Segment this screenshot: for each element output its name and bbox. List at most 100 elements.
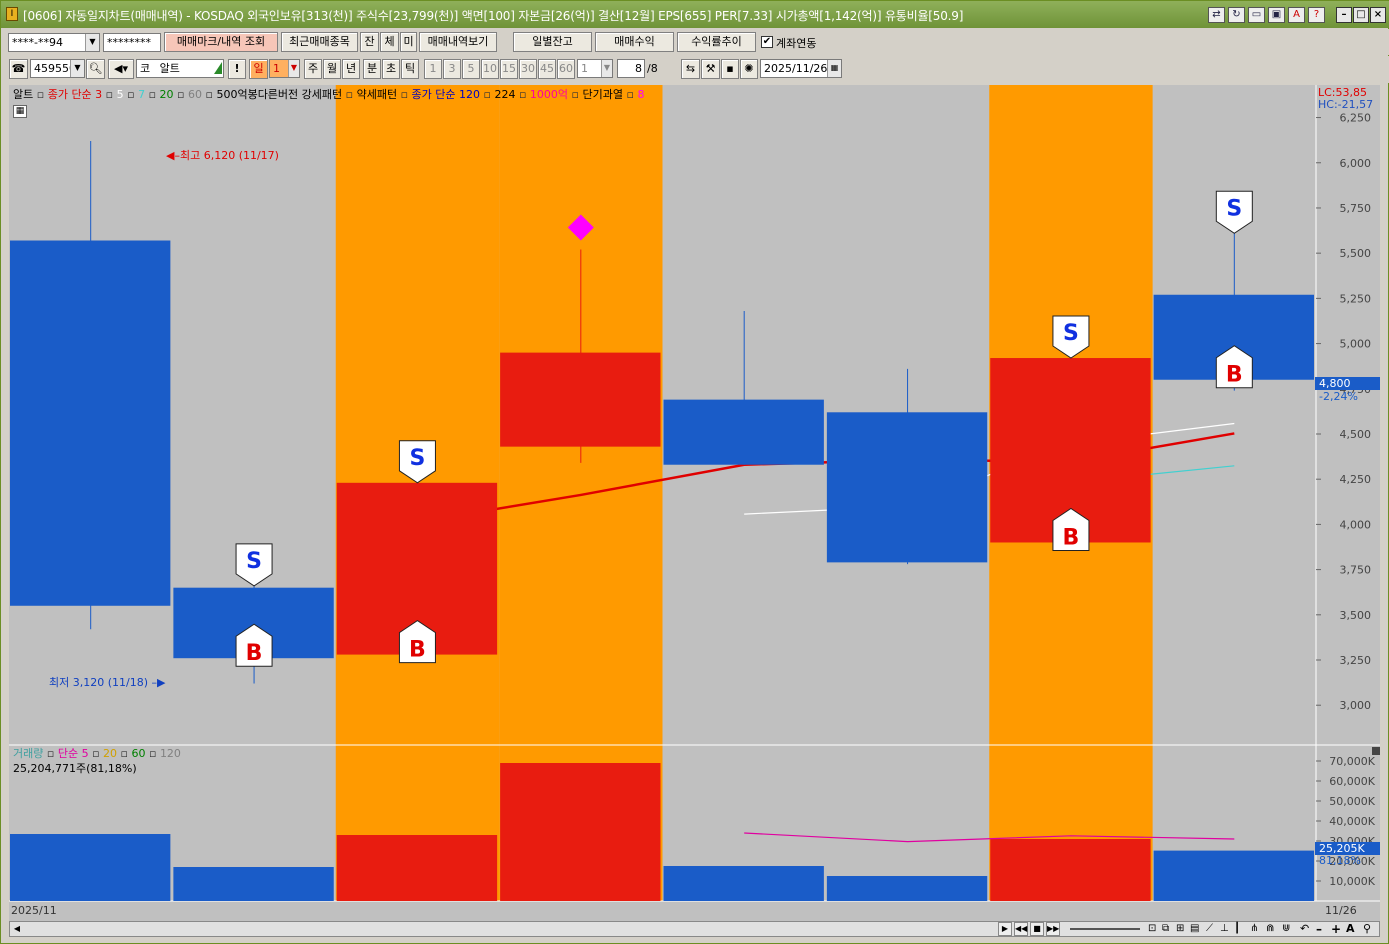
window-icon[interactable]: ▣ — [1268, 7, 1285, 23]
legend-item[interactable]: 단기과열 — [583, 88, 623, 101]
speaker-icon[interactable]: ◀▾ — [108, 59, 134, 79]
balance-button[interactable]: 잔 — [360, 32, 379, 52]
legend-item[interactable]: 약세패턴 — [357, 88, 397, 101]
filled-button[interactable]: 체 — [380, 32, 399, 52]
legend-item[interactable]: 종가 단순 3 — [48, 88, 102, 101]
legend-item[interactable]: 단순 5 — [58, 747, 89, 760]
period-minute-button[interactable]: 분 — [363, 59, 381, 79]
legend-item[interactable]: 500억봉다른버전 강세패턴 — [216, 88, 342, 101]
forward-icon[interactable]: ▶▶ — [1046, 922, 1060, 936]
period-tick-button[interactable]: 틱 — [401, 59, 419, 79]
legend-item[interactable]: 알트 — [13, 88, 33, 101]
period-value-select[interactable]: 1 ▼ — [269, 59, 300, 78]
account-select[interactable]: ****-**94 ▼ — [8, 33, 100, 52]
link-account-checkbox[interactable]: ✔ — [761, 36, 773, 48]
zoom-in-icon[interactable]: + — [1331, 922, 1343, 936]
stop-icon[interactable]: ■ — [1030, 922, 1044, 936]
calendar-icon[interactable]: ▦ — [827, 60, 841, 77]
interval-5-button[interactable]: 5 — [462, 59, 480, 79]
interval-15-button[interactable]: 15 — [500, 59, 518, 79]
zoom-slider[interactable] — [1070, 928, 1140, 930]
copy-icon[interactable]: ⧉ — [1162, 922, 1174, 936]
table-icon[interactable]: ▤ — [1190, 922, 1202, 936]
stock-name-field[interactable]: 코 알트 — [136, 59, 224, 78]
legend-marker-icon: ▫ — [515, 88, 530, 101]
chevron-down-icon[interactable]: ▼ — [85, 34, 99, 51]
transfer-icon[interactable]: ⇆ — [681, 59, 700, 79]
trade-profit-button[interactable]: 매매수익 — [595, 32, 674, 52]
trade-mark-query-button[interactable]: 매매마크/내역 조회 — [164, 32, 278, 52]
interval-value-select[interactable]: 1 ▼ — [577, 59, 613, 78]
legend-item[interactable]: 20 — [103, 747, 117, 760]
legend-item[interactable]: 1000억 — [530, 88, 568, 101]
search-icon[interactable]: 🔍︎ — [86, 59, 105, 79]
legend-item[interactable]: 60 — [188, 88, 202, 101]
trade-history-button[interactable]: 매매내역보기 — [419, 32, 497, 52]
interval-60-button[interactable]: 60 — [557, 59, 575, 79]
settings-icon[interactable]: ✺ — [740, 59, 758, 79]
scroll-right-icon[interactable]: ▶ — [998, 922, 1012, 936]
chevron-down-icon[interactable]: ▼ — [288, 60, 299, 77]
pin-icon[interactable]: ⚲ — [1363, 922, 1377, 936]
compare-icon[interactable]: ⋓ — [1282, 922, 1296, 936]
rewind-icon[interactable]: ◀◀ — [1014, 922, 1028, 936]
line-tool-icon[interactable]: ⟋ — [1206, 922, 1218, 936]
current-volume-ratio: 81,18% — [1319, 854, 1361, 867]
date-input[interactable]: 2025/11/26 ▦ — [760, 59, 842, 78]
candle-tool-icon[interactable]: ┃ — [1234, 922, 1246, 936]
legend-item[interactable]: 5 — [117, 88, 124, 101]
period-week-button[interactable]: 주 — [304, 59, 322, 79]
alert-icon[interactable]: ! — [228, 59, 246, 79]
chevron-down-icon[interactable]: ▼ — [70, 60, 84, 77]
chart-area[interactable]: 3,0003,2503,5003,7504,0004,2504,5004,750… — [9, 85, 1380, 921]
panel-collapse-icon[interactable] — [1372, 747, 1380, 755]
grid-toggle-icon[interactable]: ▦ — [13, 105, 27, 118]
layout-icon[interactable]: ⊞ — [1176, 922, 1188, 936]
interval-10-button[interactable]: 10 — [481, 59, 499, 79]
help-icon[interactable]: ? — [1308, 7, 1325, 23]
chart-type-icon[interactable]: ⋔ — [1250, 922, 1264, 936]
screen-icon[interactable]: ▭ — [1248, 7, 1265, 23]
period-month-button[interactable]: 월 — [323, 59, 341, 79]
chevron-down-icon[interactable]: ▼ — [601, 60, 612, 77]
recent-trades-button[interactable]: 최근매매종목 — [281, 32, 358, 52]
font-icon[interactable]: A — [1288, 7, 1305, 23]
indicator-icon[interactable]: ⋒ — [1266, 922, 1280, 936]
legend-item[interactable]: 거래량 — [13, 747, 43, 760]
period-day-button[interactable]: 일 — [249, 59, 268, 79]
scroll-left-icon[interactable]: ◀ — [11, 923, 23, 935]
stock-code-input[interactable]: 459550 ▼ — [30, 59, 85, 78]
maximize-button[interactable]: □ — [1353, 7, 1369, 23]
close-button[interactable]: × — [1370, 7, 1386, 23]
chart-tool-icon[interactable]: ⚒ — [701, 59, 720, 79]
legend-item[interactable]: 60 — [131, 747, 145, 760]
password-field[interactable]: ******** — [103, 33, 161, 52]
legend-item[interactable]: 120 — [160, 747, 181, 760]
daily-balance-button[interactable]: 일별잔고 — [513, 32, 592, 52]
legend-item[interactable]: 종가 단순 120 — [412, 88, 480, 101]
return-trend-button[interactable]: 수익률추이 — [677, 32, 756, 52]
minimize-button[interactable]: – — [1336, 7, 1352, 23]
link-icon[interactable]: ⇄ — [1208, 7, 1225, 23]
period-second-button[interactable]: 초 — [382, 59, 400, 79]
refresh-icon[interactable]: ↻ — [1228, 7, 1245, 23]
crosshair-icon[interactable]: ⊡ — [1148, 922, 1160, 936]
interval-1-button[interactable]: 1 — [424, 59, 442, 79]
page-input[interactable]: 8 — [617, 59, 645, 78]
legend-item[interactable]: 224 — [494, 88, 515, 101]
period-year-button[interactable]: 년 — [342, 59, 360, 79]
bar-tool-icon[interactable]: ⊥ — [1220, 922, 1232, 936]
legend-item[interactable]: 8 — [637, 88, 644, 101]
unfilled-button[interactable]: 미 — [400, 32, 417, 52]
auto-icon[interactable]: A — [1346, 922, 1358, 936]
save-icon[interactable]: ▪ — [721, 59, 739, 79]
interval-45-button[interactable]: 45 — [538, 59, 556, 79]
horizontal-scrollbar[interactable]: ◀ ▶ ◀◀ ■ ▶▶ ⊡ ⧉ ⊞ ▤ ⟋ ⊥ ┃ ⋔ ⋒ ⋓ ↶ – + A … — [9, 921, 1380, 937]
zoom-out-icon[interactable]: – — [1316, 922, 1328, 936]
undo-icon[interactable]: ↶ — [1300, 922, 1314, 936]
price-volume-chart[interactable]: 3,0003,2503,5003,7504,0004,2504,5004,750… — [9, 85, 1380, 921]
legend-item[interactable]: 20 — [160, 88, 174, 101]
interval-3-button[interactable]: 3 — [443, 59, 461, 79]
interval-30-button[interactable]: 30 — [519, 59, 537, 79]
phone-icon[interactable]: ☎ — [9, 59, 28, 79]
